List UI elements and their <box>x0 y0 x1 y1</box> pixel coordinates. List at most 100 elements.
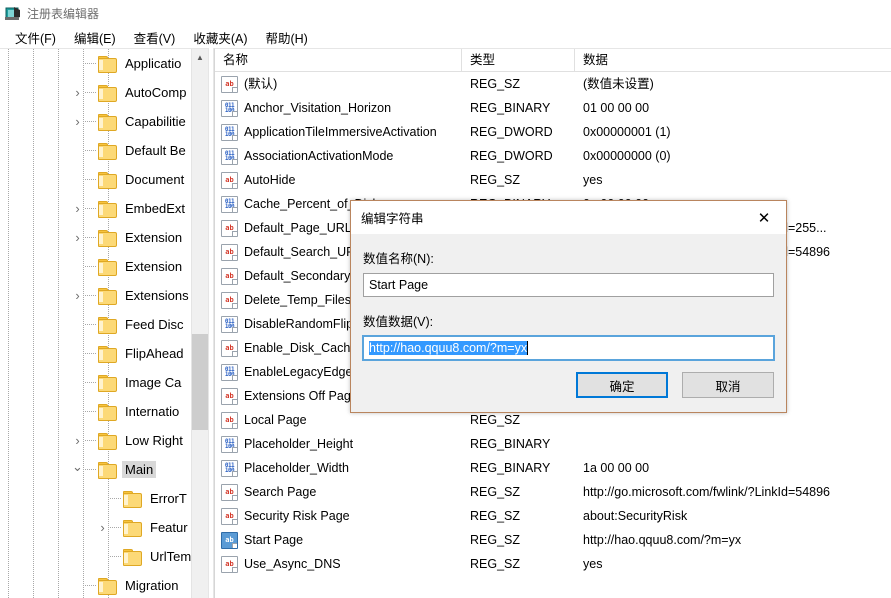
chevron-right-icon[interactable]: › <box>70 194 85 223</box>
folder-icon <box>98 115 116 129</box>
cell-data: 01 00 00 00 <box>575 96 891 120</box>
table-row[interactable]: abAutoHideREG_SZyes <box>215 168 891 192</box>
window-title: 注册表编辑器 <box>27 5 99 22</box>
column-header-data[interactable]: 数据 <box>575 49 891 71</box>
tree-item[interactable]: Migration <box>0 571 192 598</box>
tree-item[interactable]: ›EmbedExt <box>0 194 192 223</box>
table-row[interactable]: 011100ApplicationTileImmersiveActivation… <box>215 120 891 144</box>
tree-item[interactable]: ›AutoComp <box>0 78 192 107</box>
tree-vertical-scrollbar[interactable]: ▲ <box>191 49 208 598</box>
table-row[interactable]: abSecurity Risk PageREG_SZabout:Security… <box>215 504 891 528</box>
tree-spacer <box>95 484 110 513</box>
tree-spacer <box>95 542 110 571</box>
table-row[interactable]: abStart PageREG_SZhttp://hao.qquu8.com/?… <box>215 528 891 552</box>
folder-icon <box>98 347 116 361</box>
value-name: Start Page <box>244 528 303 552</box>
column-header-name[interactable]: 名称 <box>215 49 462 71</box>
menu-favorites[interactable]: 收藏夹(A) <box>184 26 256 49</box>
tree-item[interactable]: ›Featur <box>0 513 192 542</box>
string-value-icon: ab <box>221 340 238 357</box>
folder-icon <box>98 260 116 274</box>
folder-icon <box>98 86 116 100</box>
chevron-right-icon[interactable]: › <box>70 107 85 136</box>
tree-item[interactable]: Feed Disc <box>0 310 192 339</box>
tree-item[interactable]: ›Low Right <box>0 426 192 455</box>
cell-type: REG_SZ <box>462 168 575 192</box>
folder-icon <box>98 579 116 593</box>
value-name: Enable_Disk_Cache <box>244 336 357 360</box>
table-row[interactable]: abSearch PageREG_SZhttp://go.microsoft.c… <box>215 480 891 504</box>
column-header-type[interactable]: 类型 <box>462 49 575 71</box>
folder-icon <box>98 434 116 448</box>
registry-tree-panel[interactable]: Applicatio›AutoComp›CapabilitieDefault B… <box>0 48 208 598</box>
chevron-right-icon[interactable]: › <box>70 281 85 310</box>
cancel-button[interactable]: 取消 <box>682 372 774 398</box>
menu-file[interactable]: 文件(F) <box>6 26 65 49</box>
value-name: Default_Search_URL <box>244 240 362 264</box>
scrollbar-thumb[interactable] <box>192 334 208 430</box>
table-row[interactable]: 011100Placeholder_HeightREG_BINARY <box>215 432 891 456</box>
folder-icon <box>98 57 116 71</box>
binary-value-icon: 011100 <box>221 196 238 213</box>
tree-item[interactable]: ErrorT <box>0 484 192 513</box>
dialog-buttons: 确定 取消 <box>576 372 774 398</box>
folder-icon <box>98 463 116 477</box>
value-data-input[interactable]: http://hao.qquu8.com/?m=yx <box>363 336 774 360</box>
string-value-icon: ab <box>221 172 238 189</box>
tree-connector <box>85 281 98 310</box>
table-row[interactable]: abUse_Async_DNSREG_SZyes <box>215 552 891 576</box>
table-row[interactable]: 011100Anchor_Visitation_HorizonREG_BINAR… <box>215 96 891 120</box>
tree-item[interactable]: Document <box>0 165 192 194</box>
tree-item[interactable]: Applicatio <box>0 49 192 78</box>
tree-connector <box>85 571 98 598</box>
tree-spacer <box>70 310 85 339</box>
table-row[interactable]: 011100AssociationActivationModeREG_DWORD… <box>215 144 891 168</box>
value-name: AssociationActivationMode <box>244 144 393 168</box>
chevron-right-icon[interactable]: › <box>95 513 110 542</box>
tree-item[interactable]: FlipAhead <box>0 339 192 368</box>
value-name-label: 数值名称(N): <box>363 248 774 267</box>
menu-help[interactable]: 帮助(H) <box>256 26 316 49</box>
binary-value-icon: 011100 <box>221 436 238 453</box>
tree-item[interactable]: Default Be <box>0 136 192 165</box>
tree-item[interactable]: Image Ca <box>0 368 192 397</box>
table-row[interactable]: ab(默认)REG_SZ(数值未设置) <box>215 72 891 96</box>
chevron-down-icon[interactable]: ⌄ <box>70 453 85 482</box>
tree-connector <box>85 368 98 397</box>
scroll-up-icon[interactable]: ▲ <box>192 49 208 65</box>
cell-type: REG_SZ <box>462 504 575 528</box>
value-name: AutoHide <box>244 168 295 192</box>
folder-icon <box>123 550 141 564</box>
cell-data <box>575 432 891 456</box>
value-name: Local Page <box>244 408 307 432</box>
tree-item[interactable]: Extension <box>0 252 192 281</box>
cell-name: abSearch Page <box>215 480 462 504</box>
menu-view[interactable]: 查看(V) <box>125 26 185 49</box>
close-icon[interactable]: ✕ <box>742 202 786 234</box>
ok-button[interactable]: 确定 <box>576 372 668 398</box>
folder-icon <box>98 318 116 332</box>
tree-connector <box>110 513 123 542</box>
tree-items: Applicatio›AutoComp›CapabilitieDefault B… <box>0 49 192 598</box>
chevron-right-icon[interactable]: › <box>70 426 85 455</box>
scroll-down-icon[interactable] <box>192 582 208 598</box>
tree-item-label: ErrorT <box>147 490 190 507</box>
value-name-text: Start Page <box>369 278 428 292</box>
chevron-right-icon[interactable]: › <box>70 223 85 252</box>
list-header: 名称 类型 数据 <box>215 49 891 72</box>
menu-edit[interactable]: 编辑(E) <box>65 26 125 49</box>
tree-item[interactable]: ›Extensions <box>0 281 192 310</box>
tree-connector <box>110 542 123 571</box>
tree-item[interactable]: UrlTem <box>0 542 192 571</box>
edit-string-dialog[interactable]: 编辑字符串 ✕ 数值名称(N): Start Page 数值数据(V): htt… <box>350 200 787 413</box>
string-value-icon: ab <box>221 484 238 501</box>
tree-item[interactable]: ›Capabilitie <box>0 107 192 136</box>
text-caret <box>527 341 528 355</box>
tree-connector <box>85 49 98 78</box>
tree-item[interactable]: Internatio <box>0 397 192 426</box>
table-row[interactable]: 011100Placeholder_WidthREG_BINARY1a 00 0… <box>215 456 891 480</box>
chevron-right-icon[interactable]: › <box>70 78 85 107</box>
value-name-input[interactable]: Start Page <box>363 273 774 297</box>
tree-item[interactable]: ⌄Main <box>0 455 192 484</box>
tree-item[interactable]: ›Extension <box>0 223 192 252</box>
